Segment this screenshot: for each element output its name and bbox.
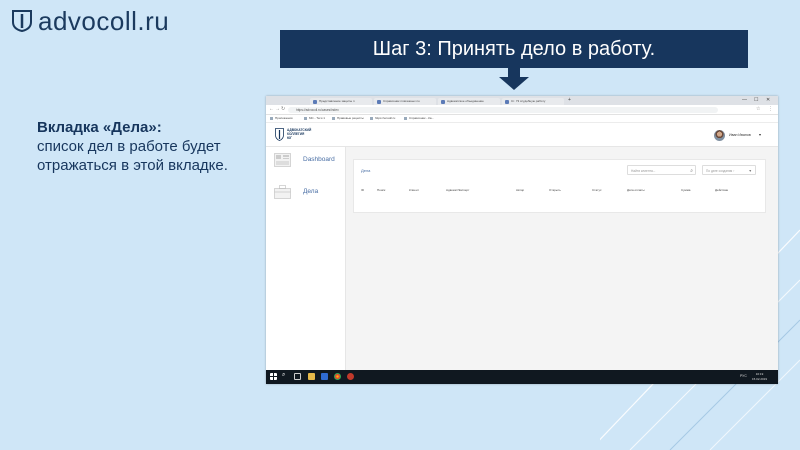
chevron-down-icon[interactable]: ▾ [759,132,761,137]
clock-date: 15.02.2019 [752,376,768,381]
description-text: Вкладка «Дела»: список дел в работе буде… [37,118,247,175]
column-header[interactable]: Автор [516,188,524,192]
forward-icon[interactable]: → [275,107,280,112]
search-input[interactable]: Найти клиента... ⌕ [627,165,696,175]
shield-logo-icon [12,10,32,32]
column-header[interactable]: ID [361,188,364,192]
bookmarks-bar: Приложения МС - Теги 1 Правовые рецепты … [266,115,778,123]
windows-start-icon[interactable] [270,373,277,380]
app-area: АДВОКАТСКИЙ КОЛЛЕГИЯ ЮГ Иван Иванов ▾ Da… [266,123,778,370]
avatar[interactable] [714,130,725,141]
browser-tabbar: Представление защиты п Справочник платеж… [266,96,778,105]
tab-favicon-icon [313,100,317,104]
address-bar: ← → ↻ https://advocoll.ru/cases/index ☆ … [266,105,778,115]
sidebar-item-cases[interactable]: Дела [266,179,345,207]
file-explorer-icon[interactable] [308,373,315,380]
clock[interactable]: 16:19 15.02.2019 [752,372,767,381]
search-icon[interactable]: ⌕ [690,166,693,176]
cases-icon [274,185,291,199]
reload-icon[interactable]: ↻ [281,107,285,112]
sidebar-item-label: Дела [303,188,319,195]
app-icon[interactable] [321,373,328,380]
tab-favicon-icon [377,100,381,104]
site-logo-text: advocoll.ru [38,5,170,36]
search-icon[interactable]: ⌕ [282,372,289,379]
sidebar-item-dashboard[interactable]: Dashboard [266,147,345,175]
tab-favicon-icon [441,100,445,104]
sidebar-item-label: Dashboard [303,156,335,163]
bookmark[interactable]: Правовые рецепты [332,116,364,121]
minimize-button[interactable]: — [742,97,747,103]
column-header[interactable]: Действие [715,188,728,192]
description-heading: Вкладка «Дела»: [37,119,162,136]
menu-icon[interactable]: ⋮ [768,107,773,112]
app-header: АДВОКАТСКИЙ КОЛЛЕГИЯ ЮГ Иван Иванов ▾ [266,123,778,147]
bookmark[interactable]: Приложения [270,116,293,121]
close-window-button[interactable]: ✕ [766,97,770,103]
app-logo-line: ЮГ [287,136,293,140]
browser-screenshot: Представление защиты п Справочник платеж… [266,96,778,384]
dashboard-icon [274,153,291,167]
app-logo[interactable]: АДВОКАТСКИЙ КОЛЛЕГИЯ ЮГ [275,128,320,143]
chevron-down-icon: ▼ [748,169,752,173]
column-header[interactable]: Адвокат/Эксперт [446,188,469,192]
tab-favicon-icon [505,100,509,104]
back-icon[interactable]: ← [269,107,274,112]
browser-tab[interactable]: Справочник платежных по [374,98,436,105]
keyboard-language[interactable]: РУС [740,374,747,378]
column-header[interactable]: Сумма [681,188,690,192]
star-icon[interactable]: ☆ [756,107,760,112]
column-header[interactable]: Открыть [549,188,561,192]
panel-title: Дела [361,168,371,173]
column-header[interactable]: Дата оплаты [627,188,645,192]
maximize-button[interactable]: ☐ [754,97,758,103]
windows-taskbar: ⌕ РУС 16:19 15.02.2019 [266,370,778,384]
user-name[interactable]: Иван Иванов [729,133,751,137]
new-tab-button[interactable]: + [568,97,571,103]
cases-panel: Дела Найти клиента... ⌕ По дате создания… [353,159,766,213]
sidebar: Dashboard Дела [266,147,346,370]
column-header[interactable]: Клиент [409,188,419,192]
bookmark[interactable]: Справочник - Ка... [404,116,434,121]
bookmark[interactable]: МС - Теги 1 [304,116,325,121]
task-view-icon[interactable] [294,373,301,380]
down-arrow-icon [499,68,529,90]
url-field[interactable]: https://advocoll.ru/cases/index [288,106,718,113]
bookmark[interactable]: https://ensoll.ru [370,116,395,121]
app-icon[interactable] [347,373,354,380]
step-banner: Шаг 3: Принять дело в работу. [280,30,748,68]
chrome-icon[interactable] [334,373,341,380]
description-body: список дел в работе будет отражаться в э… [37,138,228,174]
step-banner-text: Шаг 3: Принять дело в работу. [372,37,656,60]
column-header[interactable]: Поиск [377,188,385,192]
app-shield-icon [275,128,284,141]
browser-tab[interactable]: Адвокатское объединение [438,98,500,105]
sort-select[interactable]: По дате создания ↑ ▼ [702,165,756,175]
column-header[interactable]: Статус [592,188,601,192]
browser-tab[interactable]: Представление защиты п [310,98,372,105]
browser-tab[interactable]: Ст. 73 ссудебную работу [502,98,564,105]
site-logo: advocoll.ru [12,6,169,36]
